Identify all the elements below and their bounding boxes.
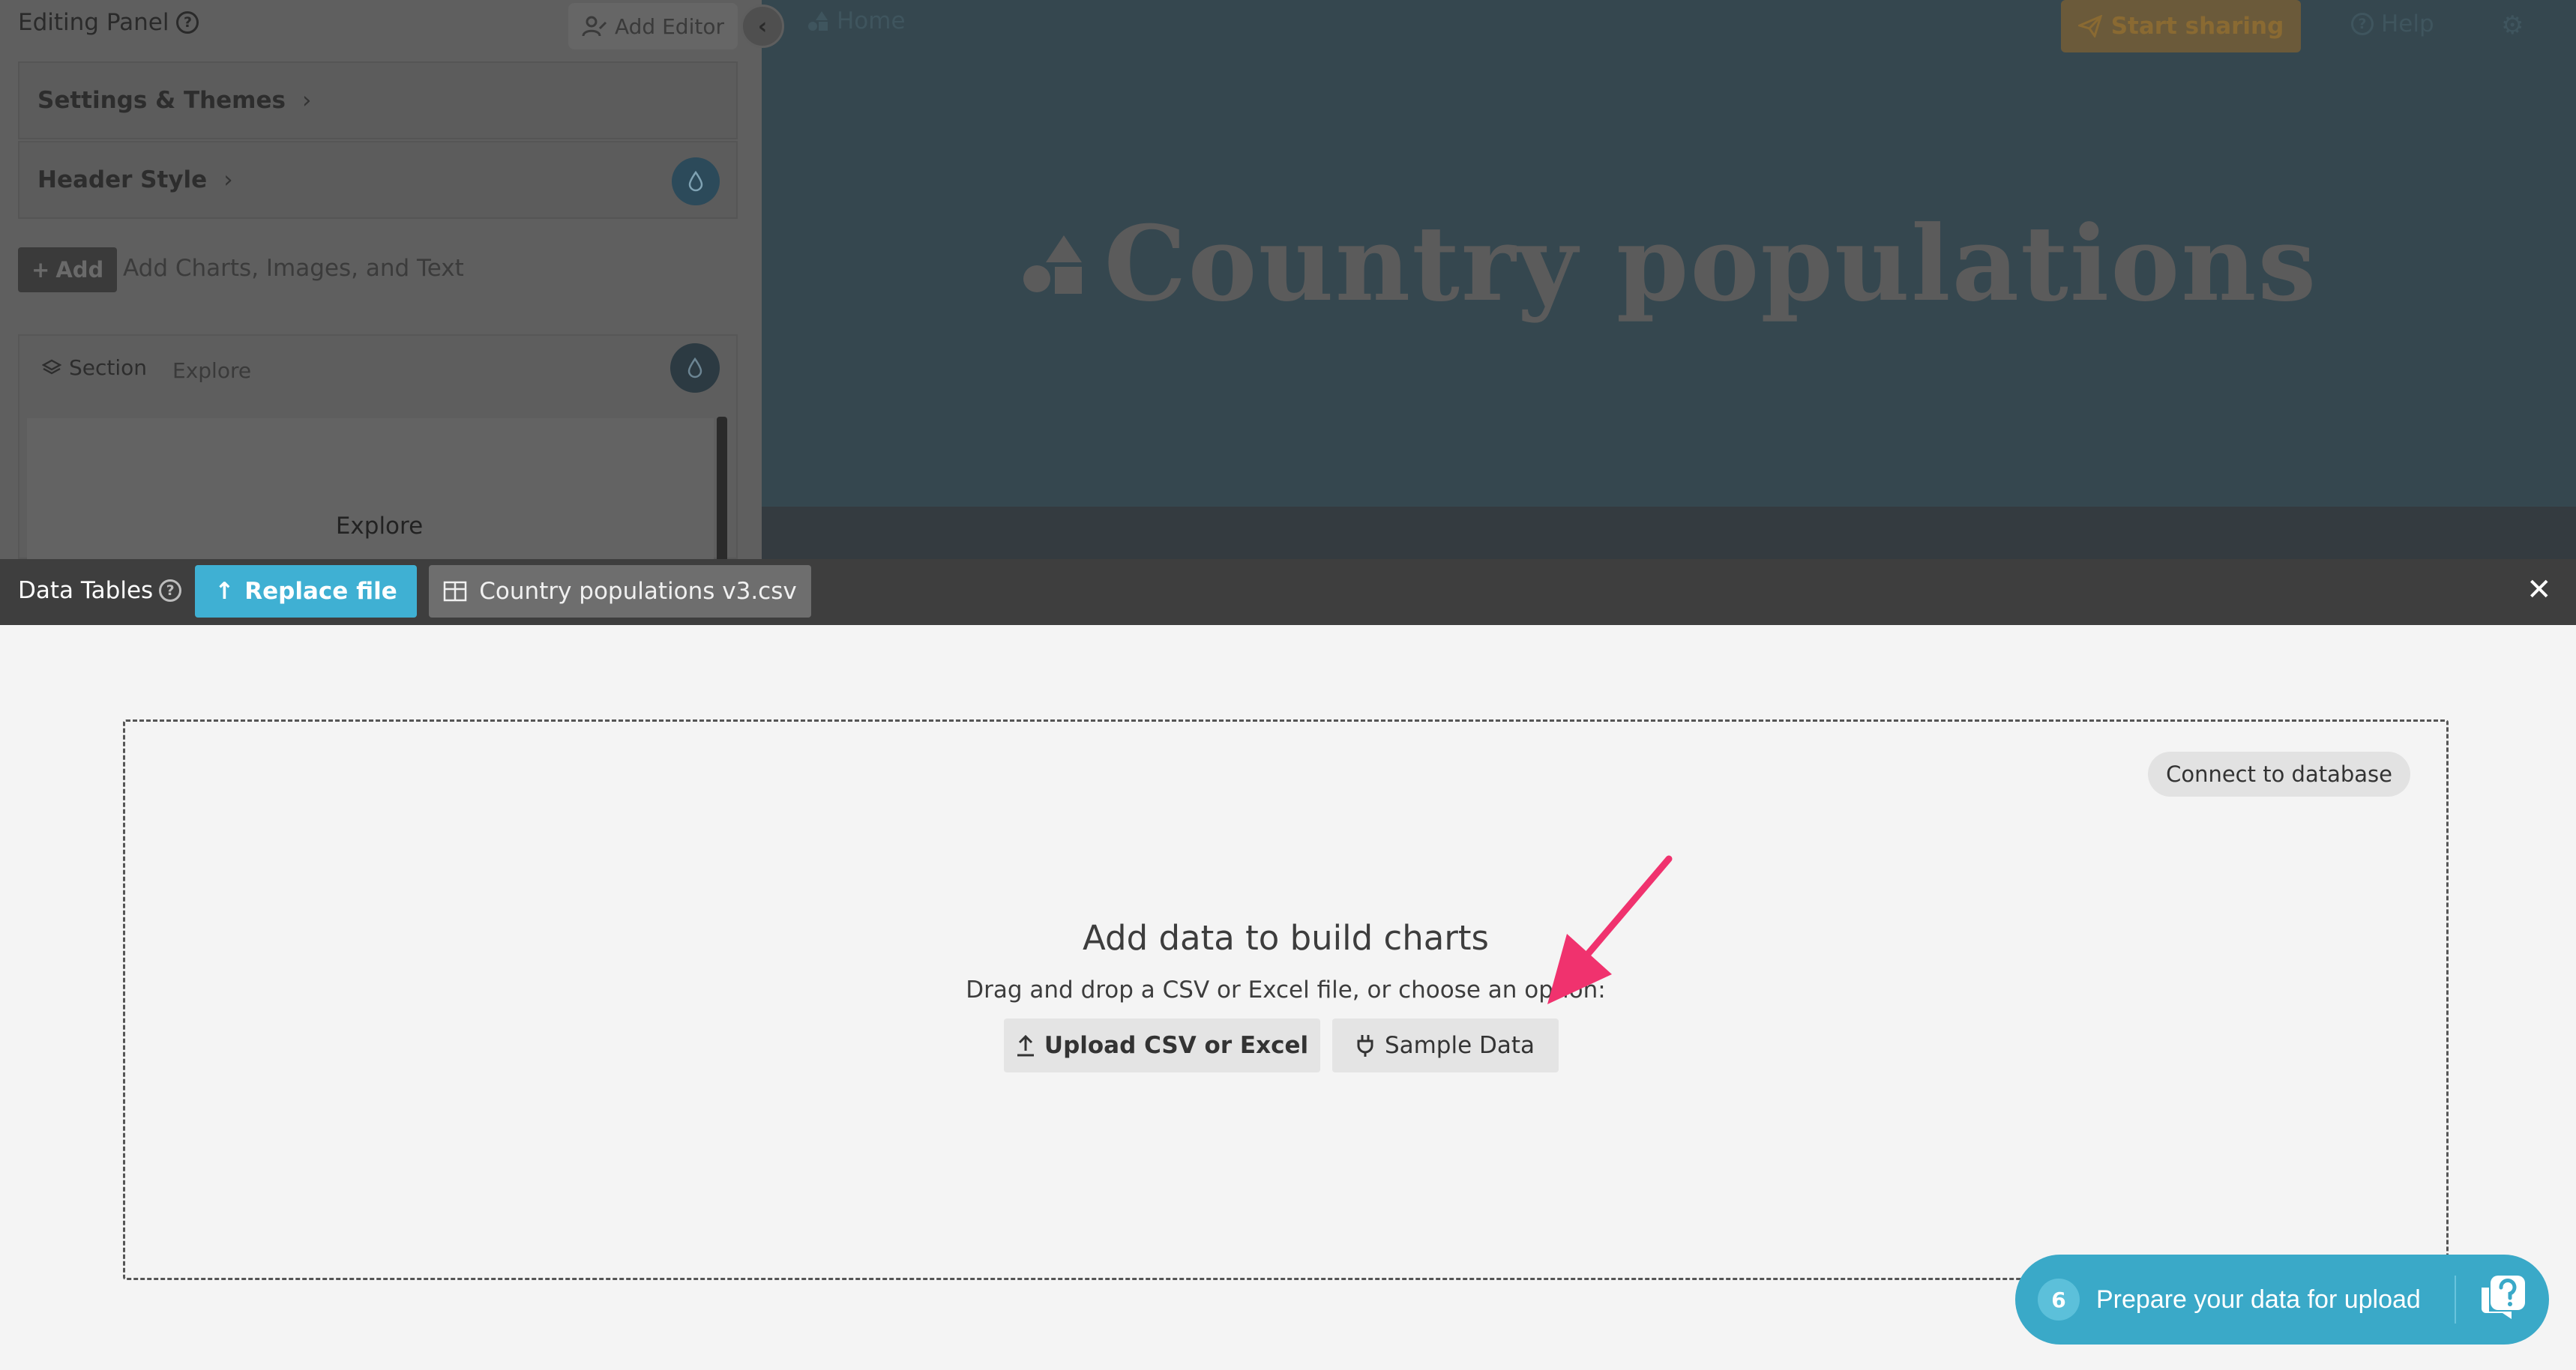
shapes-icon xyxy=(1023,235,1082,294)
help-label: Help xyxy=(2381,10,2434,37)
data-tables-title: Data Tables xyxy=(18,577,154,604)
chevron-left-icon: ‹ xyxy=(757,13,768,40)
upload-csv-label: Upload CSV or Excel xyxy=(1044,1032,1309,1059)
add-editor-label: Add Editor xyxy=(615,13,724,39)
dropzone-subtitle: Drag and drop a CSV or Excel file, or ch… xyxy=(966,977,1606,1004)
add-label: Add xyxy=(55,257,104,283)
header-band: Home Start sharing ? Help ⚙ Country popu… xyxy=(762,0,2576,507)
settings-themes-row[interactable]: Settings & Themes › xyxy=(18,61,738,139)
chat-message: Prepare your data for upload xyxy=(2096,1285,2421,1314)
help-icon[interactable]: ? xyxy=(176,11,199,34)
plus-icon: + xyxy=(31,257,50,283)
editing-panel-header: Editing Panel ? xyxy=(18,9,199,36)
editor-backdrop: Editing Panel ? Add Editor Settings & Th… xyxy=(0,0,2576,568)
collapse-panel-button[interactable]: ‹ xyxy=(741,4,784,48)
connect-database-button[interactable]: Connect to database xyxy=(2148,752,2410,797)
add-user-icon xyxy=(582,16,607,37)
add-content-button[interactable]: + Add xyxy=(18,247,118,292)
replace-file-label: Replace file xyxy=(244,578,397,605)
chat-widget[interactable]: 6 Prepare your data for upload xyxy=(2015,1255,2549,1345)
layers-icon xyxy=(42,359,61,374)
header-style-row[interactable]: Header Style › xyxy=(18,141,738,219)
section-preview xyxy=(27,418,714,568)
droplet-icon xyxy=(687,357,702,378)
replace-file-button[interactable]: ↑ Replace file xyxy=(195,565,417,618)
editing-panel-title: Editing Panel xyxy=(18,9,169,36)
editor-canvas: Home Start sharing ? Help ⚙ Country popu… xyxy=(762,0,2576,559)
scrollbar[interactable] xyxy=(717,417,727,567)
sample-data-label: Sample Data xyxy=(1384,1032,1535,1059)
dropzone-title: Add data to build charts xyxy=(1083,918,1489,958)
add-hint-text: Add Charts, Images, and Text xyxy=(123,255,464,282)
annotation-arrow xyxy=(1547,855,1673,1004)
header-title-block: Country populations xyxy=(762,202,2576,325)
help-link[interactable]: ? Help xyxy=(2351,10,2434,37)
help-icon: ? xyxy=(2351,13,2374,35)
chevron-right-icon: › xyxy=(223,166,233,193)
start-sharing-label: Start sharing xyxy=(2110,13,2284,40)
upload-icon xyxy=(1017,1034,1034,1057)
section-color-button[interactable] xyxy=(670,343,720,393)
close-icon[interactable]: ✕ xyxy=(2527,573,2552,607)
plug-icon xyxy=(1357,1035,1373,1057)
data-tables-bar: Data Tables ? ↑ Replace file Country pop… xyxy=(0,559,2576,625)
section-tag-label: Section xyxy=(69,355,148,380)
start-sharing-button[interactable]: Start sharing xyxy=(2061,0,2301,52)
gear-icon[interactable]: ⚙ xyxy=(2501,10,2524,40)
home-link[interactable]: Home xyxy=(807,7,906,34)
file-tab[interactable]: Country populations v3.csv xyxy=(429,565,811,618)
section-tag: Section xyxy=(42,355,147,380)
settings-themes-label: Settings & Themes xyxy=(37,87,286,114)
add-editor-button[interactable]: Add Editor xyxy=(568,3,738,49)
send-icon xyxy=(2077,15,2102,37)
section-card[interactable]: Section Explore Explore xyxy=(18,334,738,568)
home-label: Home xyxy=(837,7,906,34)
chat-bubble-icon[interactable] xyxy=(2477,1271,2530,1324)
help-icon[interactable]: ? xyxy=(159,579,182,602)
section-name: Explore xyxy=(172,358,252,383)
data-tables-header: Data Tables ? xyxy=(18,577,182,604)
file-name: Country populations v3.csv xyxy=(479,578,797,605)
shapes-small-icon xyxy=(808,11,828,31)
color-drop-button[interactable] xyxy=(672,157,720,205)
chat-divider xyxy=(2455,1276,2456,1324)
chevron-right-icon: › xyxy=(301,87,312,114)
section-content-title: Explore xyxy=(335,513,424,540)
header-style-label: Header Style xyxy=(37,166,208,193)
page-title[interactable]: Country populations xyxy=(1104,202,2318,325)
upload-csv-button[interactable]: Upload CSV or Excel xyxy=(1004,1019,1320,1072)
arrow-up-icon: ↑ xyxy=(214,578,235,605)
notification-badge: 6 xyxy=(2038,1279,2080,1321)
editing-panel: Editing Panel ? Add Editor Settings & Th… xyxy=(0,0,762,568)
droplet-icon xyxy=(688,171,703,192)
table-icon xyxy=(444,581,467,602)
file-dropzone[interactable]: Connect to database Add data to build ch… xyxy=(123,719,2449,1280)
